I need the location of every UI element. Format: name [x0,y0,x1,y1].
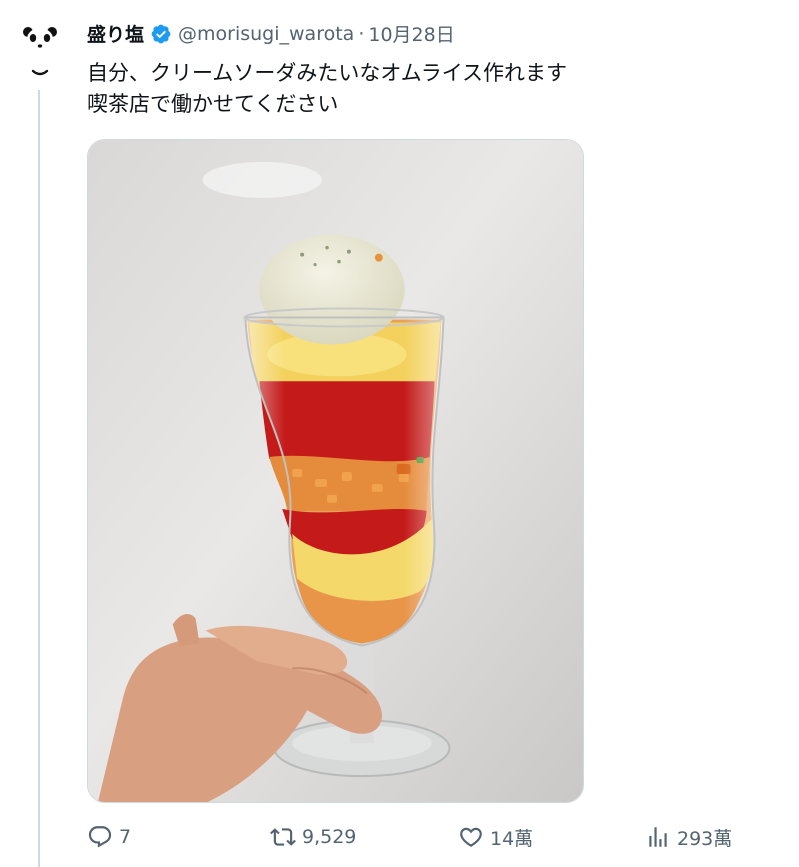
tweet-text: 自分、クリームソーダみたいなオムライス作れます 喫茶店で働かせてください [87,58,767,120]
views-button[interactable]: 293萬 [645,820,732,854]
heart-icon [460,827,482,847]
thread-line [38,90,40,867]
separator-dot: · [358,22,365,45]
tweet-header: 盛り塩 @morisugi_warota · 10月28日 [87,20,455,47]
omurice-parfait-image [88,140,583,802]
reply-count: 7 [119,826,132,848]
avatar[interactable] [20,22,60,80]
panda-avatar-icon [23,27,57,76]
like-button[interactable]: 14萬 [458,820,533,854]
user-handle[interactable]: @morisugi_warota [178,23,354,45]
retweet-icon [270,828,296,846]
retweet-count: 9,529 [302,826,357,848]
tweet-text-line-2: 喫茶店で働かせてください [87,92,339,116]
reply-button[interactable]: 7 [87,820,131,854]
tweet-date[interactable]: 10月28日 [368,20,454,47]
retweet-button[interactable]: 9,529 [270,820,356,854]
reply-icon [88,826,112,848]
tweet-text-line-1: 自分、クリームソーダみたいなオムライス作れます [87,61,568,85]
action-bar: 7 9,529 14萬 293萬 [87,820,767,854]
tweet-media-photo[interactable] [87,139,584,803]
verified-badge-icon [151,24,171,43]
views-chart-icon [649,827,667,847]
view-count: 293萬 [677,827,733,850]
like-count: 14萬 [490,827,534,850]
display-name[interactable]: 盛り塩 [87,20,144,47]
